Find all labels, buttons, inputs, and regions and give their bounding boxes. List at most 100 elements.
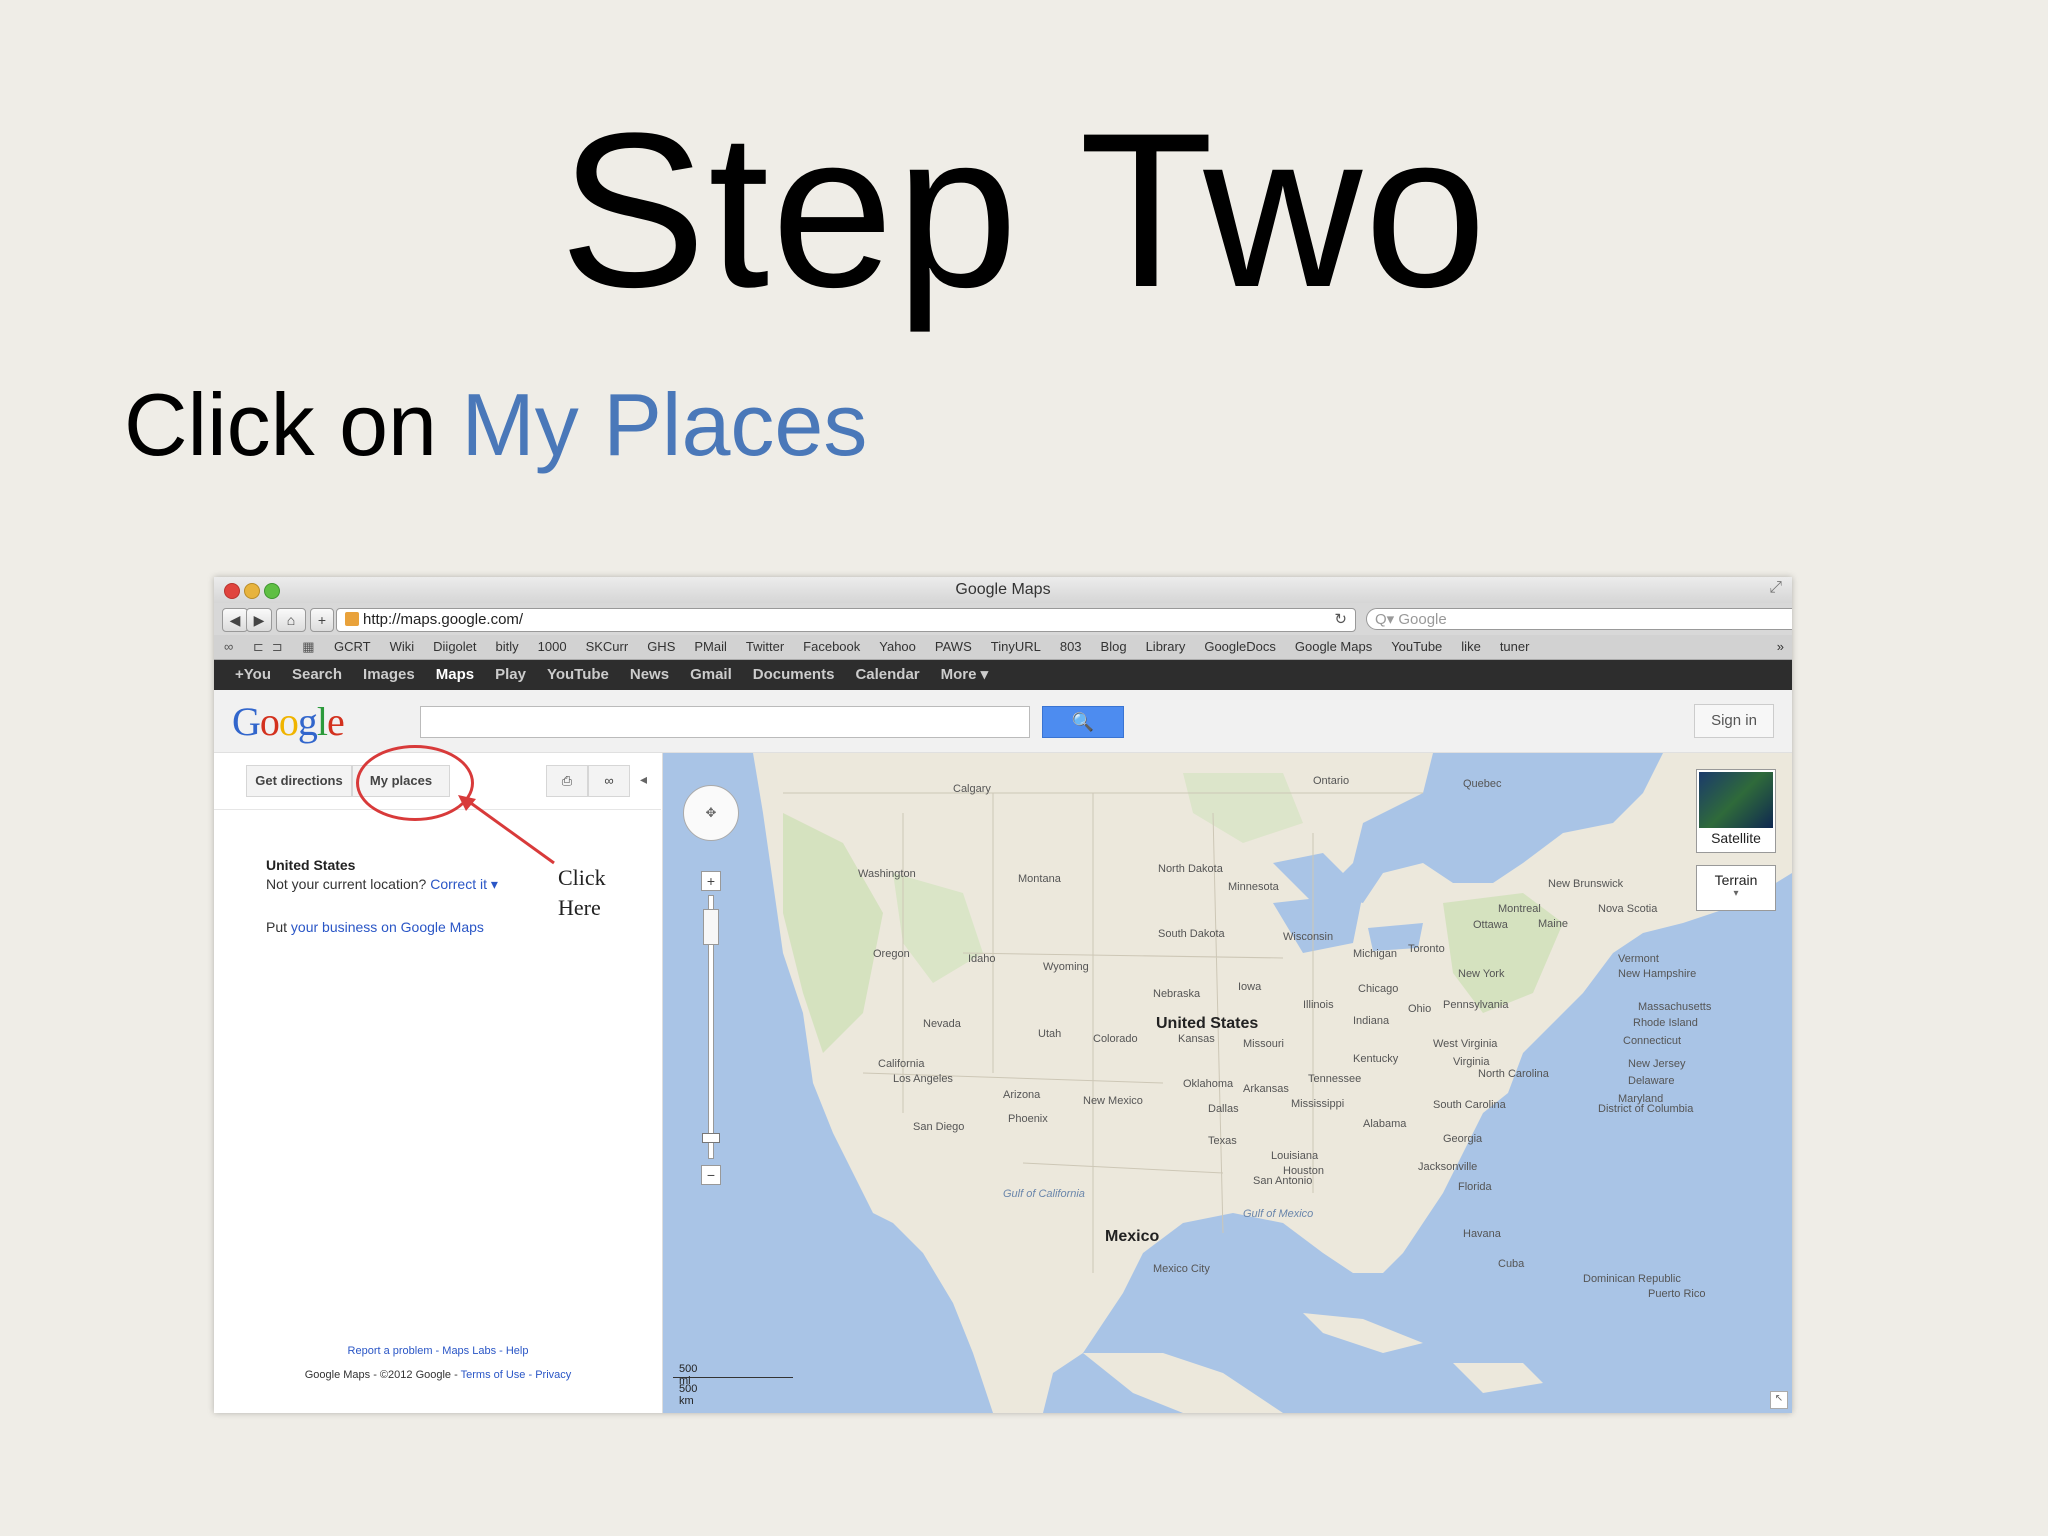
bookmark-item[interactable]: like — [1461, 639, 1481, 654]
footer-links[interactable]: Report a problem - Maps Labs - Help — [214, 1345, 662, 1357]
maps-search-input[interactable] — [420, 706, 1030, 738]
search-icon: 🔍 — [1071, 712, 1095, 732]
gbar-item[interactable]: News — [630, 666, 669, 683]
overview-toggle-icon[interactable]: ↖ — [1770, 1391, 1788, 1409]
bookmarks-list: GCRT Wiki Diigolet bitly 1000 SKCurr GHS PMail T… — [334, 635, 1548, 659]
gbar-item[interactable]: Search — [292, 666, 342, 683]
bookmark-item[interactable]: Twitter — [746, 639, 784, 654]
map-label: Nevada — [923, 1018, 961, 1030]
satellite-thumbnail — [1699, 772, 1773, 828]
bookmarks-bar: ∞ ⊏⊐ ▦ GCRT Wiki Diigolet bitly 1000 SKCurr GH… — [214, 635, 1792, 660]
url-text: http://maps.google.com/ — [363, 611, 524, 628]
satellite-toggle[interactable]: Satellite — [1696, 769, 1776, 853]
map-label: Dominican Republic — [1583, 1273, 1681, 1285]
get-directions-button[interactable]: Get directions — [246, 765, 352, 797]
pan-control[interactable]: ✥ — [683, 785, 739, 841]
bookmark-item[interactable]: Yahoo — [879, 639, 916, 654]
map-label: Pennsylvania — [1443, 999, 1509, 1011]
bookmark-item[interactable]: 803 — [1060, 639, 1082, 654]
google-logo[interactable]: Google — [232, 698, 345, 745]
fullscreen-icon[interactable]: ⤢ — [1769, 579, 1782, 597]
bookmark-item[interactable]: PMail — [694, 639, 727, 654]
bookmark-item[interactable]: 1000 — [538, 639, 567, 654]
map-label: South Carolina — [1433, 1099, 1506, 1111]
browser-search-field[interactable]: Q▾ Google — [1366, 608, 1792, 630]
map-label: Gulf of Mexico — [1243, 1208, 1314, 1220]
bookmark-item[interactable]: Library — [1146, 639, 1186, 654]
address-bar[interactable]: http://maps.google.com/ ↻ — [336, 608, 1356, 632]
street-view-pegman-icon[interactable] — [703, 909, 719, 945]
map-label: New Mexico — [1083, 1095, 1143, 1107]
gbar-item[interactable]: Maps — [436, 666, 474, 683]
bookmarks-icons[interactable]: ∞ ⊏⊐ ▦ — [224, 635, 323, 659]
gbar-item[interactable]: Calendar — [855, 666, 919, 683]
subtitle-highlight: My Places — [461, 375, 868, 474]
map-label: Delaware — [1628, 1075, 1675, 1087]
gbar-item[interactable]: Images — [363, 666, 415, 683]
more-bookmarks-icon[interactable]: » — [1777, 635, 1784, 659]
copyright-text: Google Maps - ©2012 Google - — [304, 1369, 461, 1381]
map-label: Indiana — [1353, 1015, 1390, 1027]
gbar-item[interactable]: Play — [495, 666, 526, 683]
map-label: Mexico City — [1153, 1263, 1210, 1275]
link-button[interactable]: ∞ — [588, 765, 630, 797]
bookmark-item[interactable]: Diigolet — [433, 639, 476, 654]
bookmark-item[interactable]: tuner — [1500, 639, 1530, 654]
terrain-toggle[interactable]: Terrain ▾ — [1696, 865, 1776, 911]
sign-in-button[interactable]: Sign in — [1694, 704, 1774, 738]
gbar-item[interactable]: More ▾ — [941, 666, 989, 683]
map-label: Jacksonville — [1418, 1161, 1478, 1173]
zoom-out-button[interactable]: − — [701, 1165, 721, 1185]
reload-icon[interactable]: ↻ — [1334, 609, 1347, 631]
logo-letter: o — [259, 699, 280, 744]
map-label: Missouri — [1243, 1038, 1284, 1050]
gbar-item[interactable]: +You — [235, 666, 271, 683]
zoom-slider-handle[interactable] — [702, 1133, 720, 1143]
add-bookmark-button[interactable]: + — [310, 608, 334, 632]
location-text: Not your current location? — [266, 876, 431, 892]
map-label: Arizona — [1003, 1089, 1041, 1101]
bookmark-item[interactable]: GCRT — [334, 639, 371, 654]
bookmark-item[interactable]: Google Maps — [1295, 639, 1372, 654]
terms-link[interactable]: Terms of Use - Privacy — [461, 1369, 572, 1381]
add-business-link[interactable]: your business on Google Maps — [291, 919, 484, 935]
link-icon: ∞ — [604, 773, 614, 788]
location-title: United States — [266, 857, 356, 873]
collapse-panel-icon[interactable]: ◂ — [640, 771, 647, 788]
window-titlebar: Google Maps ⤢ — [214, 577, 1792, 603]
map-label: Minnesota — [1228, 881, 1279, 893]
map-label: Mississippi — [1291, 1098, 1345, 1110]
back-button[interactable]: ◀ — [222, 608, 248, 632]
map-label: Maine — [1538, 918, 1568, 930]
bookmark-item[interactable]: Facebook — [803, 639, 860, 654]
bookmark-item[interactable]: YouTube — [1391, 639, 1442, 654]
map-label: Nebraska — [1153, 988, 1201, 1000]
gbar-item[interactable]: YouTube — [547, 666, 609, 683]
bookmark-item[interactable]: Blog — [1101, 639, 1127, 654]
slide-subtitle: Click on My Places — [124, 375, 867, 475]
map-label: New Hampshire — [1618, 968, 1697, 980]
gbar-item[interactable]: Gmail — [690, 666, 732, 683]
map-label: Washington — [858, 868, 916, 880]
bookmark-item[interactable]: TinyURL — [991, 639, 1041, 654]
print-icon: ⎙ — [561, 773, 573, 788]
bookmark-item[interactable]: SKCurr — [586, 639, 629, 654]
bookmark-item[interactable]: GoogleDocs — [1204, 639, 1276, 654]
bookmark-item[interactable]: Wiki — [390, 639, 415, 654]
gbar-item[interactable]: Documents — [753, 666, 835, 683]
google-nav-bar: +You Search Images Maps Play YouTube News Gmail… — [214, 660, 1792, 690]
forward-button[interactable]: ▶ — [246, 608, 272, 632]
map-label: Toronto — [1408, 943, 1445, 955]
search-button[interactable]: 🔍 — [1042, 706, 1124, 738]
correct-location-link[interactable]: Correct it ▾ — [430, 876, 498, 892]
bookmark-item[interactable]: bitly — [496, 639, 519, 654]
map-label: Nova Scotia — [1598, 903, 1658, 915]
bookmark-item[interactable]: GHS — [647, 639, 675, 654]
logo-letter: g — [297, 699, 318, 744]
map-label: West Virginia — [1433, 1038, 1498, 1050]
zoom-in-button[interactable]: + — [701, 871, 721, 891]
map-label: Tennessee — [1308, 1073, 1362, 1085]
map-canvas[interactable]: ✥ + − Satellite Terrain ▾ 500 mi 500 km … — [663, 753, 1792, 1413]
home-button[interactable]: ⌂ — [276, 608, 306, 632]
bookmark-item[interactable]: PAWS — [935, 639, 972, 654]
